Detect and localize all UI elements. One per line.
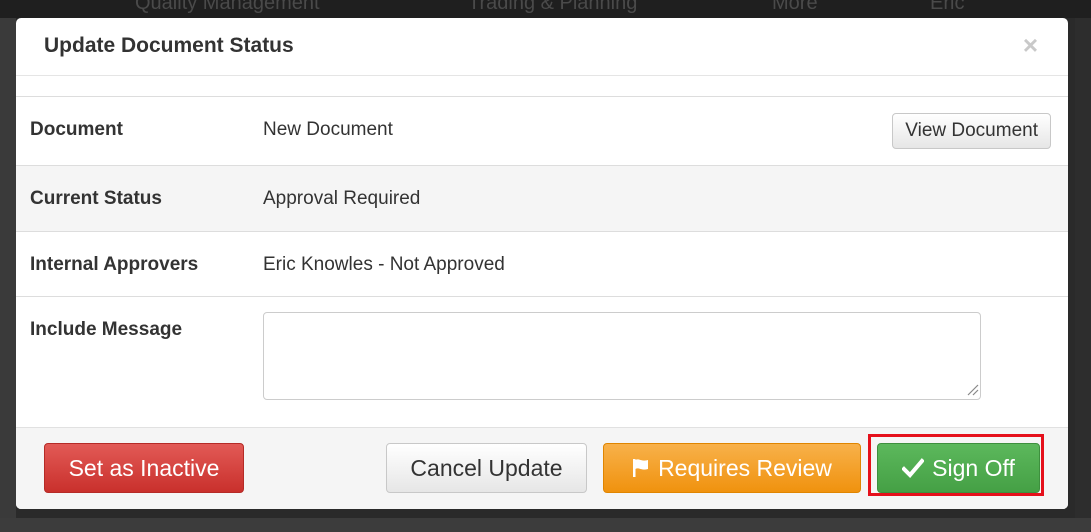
modal-body: Document New Document View Document Curr… [16,76,1068,429]
current-status-value: Approval Required [263,188,421,209]
sign-off-button[interactable]: Sign Off [877,443,1040,493]
requires-review-label: Requires Review [658,454,832,481]
current-status-row: Current Status Approval Required [16,166,1068,232]
set-inactive-label: Set as Inactive [68,454,220,481]
cancel-update-button[interactable]: Cancel Update [386,443,587,493]
update-document-status-modal: Update Document Status × Document New Do… [16,18,1068,509]
message-textarea[interactable] [263,312,981,400]
internal-approvers-value: Eric Knowles - Not Approved [263,254,505,275]
modal-footer: Set as Inactive Cancel Update Requires R… [16,427,1068,509]
table-top-spacer [16,76,1068,97]
background-nav-item: Quality Management [135,0,320,14]
background-bottom-edge [0,518,1091,532]
flag-icon [633,459,649,477]
document-label: Document [30,119,123,140]
cancel-update-label: Cancel Update [410,454,563,481]
set-inactive-button[interactable]: Set as Inactive [44,443,244,493]
current-status-label: Current Status [30,188,162,209]
background-right-edge [1075,18,1091,532]
close-icon[interactable]: × [1023,32,1038,58]
background-navbar: Quality Management Trading & Planning Mo… [0,0,1091,18]
background-left-edge [0,18,16,532]
modal-title: Update Document Status [44,34,294,57]
internal-approvers-label: Internal Approvers [30,254,199,275]
include-message-row: Include Message [16,297,1068,429]
document-value: New Document [263,119,393,140]
background-nav-item: Trading & Planning [468,0,638,14]
modal-header: Update Document Status × [16,18,1068,76]
sign-off-label: Sign Off [932,454,1015,481]
background-nav-item: More [772,0,818,14]
internal-approvers-row: Internal Approvers Eric Knowles - Not Ap… [16,232,1068,297]
resize-grip-icon[interactable] [965,382,979,396]
check-icon [902,458,925,478]
include-message-label: Include Message [30,319,183,340]
document-row: Document New Document View Document [16,97,1068,166]
view-document-button[interactable]: View Document [892,113,1051,149]
requires-review-button[interactable]: Requires Review [603,443,861,493]
background-nav-item: Eric [930,0,965,14]
